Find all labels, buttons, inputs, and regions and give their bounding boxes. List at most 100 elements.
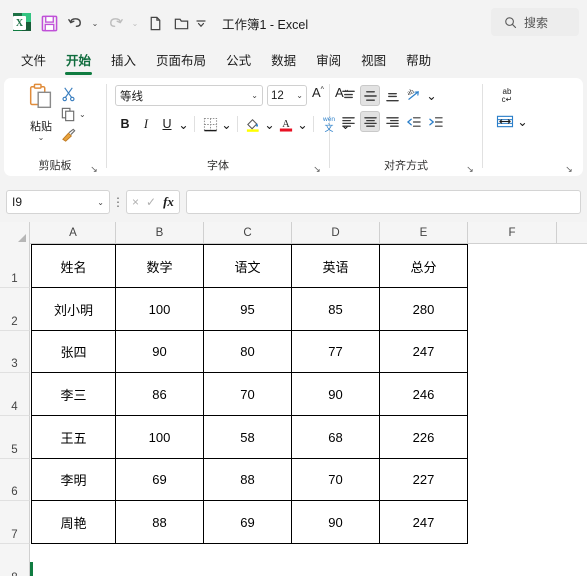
format-painter-button[interactable] [60, 125, 100, 146]
increase-indent-button[interactable] [426, 111, 446, 132]
borders-chevron-icon[interactable]: ⌄ [221, 114, 232, 135]
bold-button[interactable]: B [115, 114, 135, 135]
merge-dialog-launcher[interactable]: ↘ [564, 164, 574, 174]
formula-bar-more-icon[interactable]: ⋮ [110, 195, 126, 209]
save-icon[interactable] [36, 10, 62, 36]
decrease-indent-button[interactable] [404, 111, 424, 132]
cell-d6[interactable]: 70 [292, 459, 380, 501]
cell-a6[interactable]: 李明 [31, 459, 116, 501]
wrap-text-button[interactable]: ab c↵ [495, 85, 519, 106]
cell-a3[interactable]: 张四 [31, 331, 116, 373]
copy-button[interactable]: ⌄ [60, 104, 100, 125]
tab-help[interactable]: 帮助 [397, 49, 440, 74]
cancel-icon[interactable]: × [132, 195, 139, 209]
cell-e4[interactable]: 246 [380, 373, 468, 416]
cut-button[interactable] [60, 83, 100, 104]
font-dialog-launcher[interactable]: ↘ [312, 164, 322, 174]
font-size-combobox[interactable]: 12 ⌄ [267, 85, 307, 106]
column-header-e[interactable]: E [380, 222, 468, 244]
cell-b6[interactable]: 69 [116, 459, 204, 501]
cell-a4[interactable]: 李三 [31, 373, 116, 416]
redo-dropdown-icon[interactable]: ⌄ [128, 10, 142, 36]
search-input[interactable]: 搜索 [491, 8, 579, 36]
column-header-f[interactable]: F [468, 222, 557, 244]
tab-home[interactable]: 开始 [57, 49, 100, 75]
font-name-combobox[interactable]: 等线 ⌄ [115, 85, 263, 106]
cell-e7[interactable]: 247 [380, 501, 468, 544]
open-folder-icon[interactable] [168, 10, 194, 36]
merge-and-center-button[interactable] [495, 111, 515, 132]
tab-data[interactable]: 数据 [262, 49, 305, 74]
clipboard-dialog-launcher[interactable]: ↘ [89, 164, 99, 174]
tab-file[interactable]: 文件 [12, 49, 55, 74]
column-header-b[interactable]: B [116, 222, 204, 244]
cell-a7[interactable]: 周艳 [31, 501, 116, 544]
row-header-6[interactable]: 6 [0, 459, 30, 501]
redo-icon[interactable] [102, 10, 128, 36]
undo-dropdown-icon[interactable]: ⌄ [88, 10, 102, 36]
fill-color-chevron-icon[interactable]: ⌄ [264, 114, 275, 135]
align-middle-button[interactable] [360, 85, 380, 106]
column-header-c[interactable]: C [204, 222, 292, 244]
tab-review[interactable]: 审阅 [307, 49, 350, 74]
row-header-8[interactable]: 8 [0, 544, 30, 576]
row-header-5[interactable]: 5 [0, 416, 30, 459]
cell-c3[interactable]: 80 [204, 331, 292, 373]
alignment-dialog-launcher[interactable]: ↘ [465, 164, 475, 174]
tab-formulas[interactable]: 公式 [217, 49, 260, 74]
column-header-d[interactable]: D [292, 222, 380, 244]
align-right-button[interactable] [382, 111, 402, 132]
paste-chevron-icon[interactable]: ⌄ [18, 134, 64, 142]
new-file-icon[interactable] [142, 10, 168, 36]
tab-page-layout[interactable]: 页面布局 [147, 49, 215, 74]
cell-c6[interactable]: 88 [204, 459, 292, 501]
cell-d3[interactable]: 77 [292, 331, 380, 373]
underline-button[interactable]: U [157, 114, 177, 135]
underline-chevron-icon[interactable]: ⌄ [178, 114, 189, 135]
cell-c5[interactable]: 58 [204, 416, 292, 459]
font-color-chevron-icon[interactable]: ⌄ [297, 114, 308, 135]
name-box-chevron-icon[interactable]: ⌄ [97, 198, 104, 207]
cell-e1[interactable]: 总分 [380, 244, 468, 288]
cell-c4[interactable]: 70 [204, 373, 292, 416]
italic-button[interactable]: I [136, 114, 156, 135]
align-center-button[interactable] [360, 111, 380, 132]
font-name-chevron-icon[interactable]: ⌄ [251, 91, 258, 100]
cell-b4[interactable]: 86 [116, 373, 204, 416]
cell-a1[interactable]: 姓名 [31, 244, 116, 288]
cell-b1[interactable]: 数学 [116, 244, 204, 288]
cell-b2[interactable]: 100 [116, 288, 204, 331]
font-color-button[interactable]: A [276, 114, 296, 135]
cell-e3[interactable]: 247 [380, 331, 468, 373]
cell-d2[interactable]: 85 [292, 288, 380, 331]
increase-font-size-button[interactable]: A^ [312, 85, 324, 100]
cell-e2[interactable]: 280 [380, 288, 468, 331]
cell-a2[interactable]: 刘小明 [31, 288, 116, 331]
row-header-2[interactable]: 2 [0, 288, 30, 331]
cell-d5[interactable]: 68 [292, 416, 380, 459]
column-header-a[interactable]: A [31, 222, 116, 244]
cell-b7[interactable]: 88 [116, 501, 204, 544]
borders-button[interactable] [200, 114, 220, 135]
confirm-icon[interactable]: ✓ [146, 195, 156, 209]
fill-color-button[interactable] [243, 114, 263, 135]
cell-e6[interactable]: 227 [380, 459, 468, 501]
copy-chevron-icon[interactable]: ⌄ [79, 110, 86, 119]
cell-c1[interactable]: 语文 [204, 244, 292, 288]
cell-e5[interactable]: 226 [380, 416, 468, 459]
formula-input[interactable] [185, 190, 581, 214]
qat-more-icon[interactable] [194, 10, 208, 36]
row-header-3[interactable]: 3 [0, 331, 30, 373]
select-all-corner[interactable] [0, 222, 30, 244]
align-bottom-button[interactable] [382, 85, 402, 106]
cell-d4[interactable]: 90 [292, 373, 380, 416]
row-header-4[interactable]: 4 [0, 373, 30, 416]
tab-insert[interactable]: 插入 [102, 49, 145, 74]
orientation-chevron-icon[interactable]: ⌄ [426, 85, 437, 106]
cell-b3[interactable]: 90 [116, 331, 204, 373]
font-size-chevron-icon[interactable]: ⌄ [296, 91, 303, 100]
insert-function-icon[interactable]: fx [163, 194, 174, 210]
undo-icon[interactable] [62, 10, 88, 36]
cell-a5[interactable]: 王五 [31, 416, 116, 459]
cell-b5[interactable]: 100 [116, 416, 204, 459]
